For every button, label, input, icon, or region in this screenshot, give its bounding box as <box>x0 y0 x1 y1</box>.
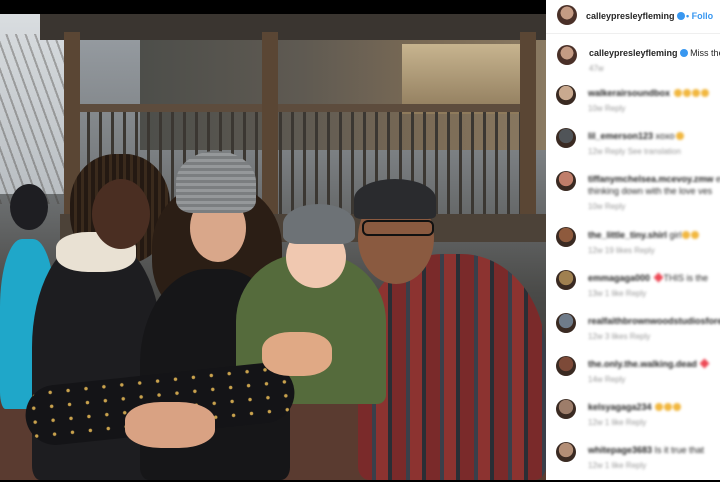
comment-text: tiffanymchelsea.mcevoy.zmw ev <box>588 174 720 184</box>
commenter-username[interactable]: whitepage3683 <box>588 445 655 455</box>
commenter-avatar[interactable] <box>556 85 576 105</box>
comment-body: Is it true that <box>654 445 705 455</box>
emoji-icon <box>675 132 684 140</box>
verified-badge-icon <box>676 12 685 20</box>
caption-age: 47w <box>589 64 604 73</box>
comment-row: tiffanymchelsea.mcevoy.zmw evthinking do… <box>556 171 720 211</box>
comment-text: the.only.the.walking.dead <box>588 358 710 369</box>
comment-meta[interactable]: 14w Reply <box>588 375 625 384</box>
comment-row: emmagaga000 THIS is the 13w 1 like Reply <box>556 270 720 310</box>
comment-body-line2: thinking down with the love ves <box>588 186 713 196</box>
porch-post-right <box>520 32 536 232</box>
comment-row: whitepage3683 Is it true that 12w 1 like … <box>556 442 720 482</box>
comment-row: lil_emerson123 xoxo 12w Reply See transla… <box>556 128 720 168</box>
commenter-avatar[interactable] <box>556 270 576 290</box>
commenter-avatar[interactable] <box>556 313 576 333</box>
author-avatar[interactable] <box>557 5 577 25</box>
commenter-avatar[interactable] <box>556 399 576 419</box>
follow-button[interactable]: • Follo <box>686 11 713 21</box>
caption-username[interactable]: calleypresleyfleming <box>589 48 678 58</box>
emoji-icon <box>673 89 682 97</box>
verified-badge-icon <box>679 49 688 57</box>
emoji-icon <box>682 89 691 97</box>
emoji-icon <box>664 403 673 411</box>
comment-row: the_little_tiny.shirl girl 12w 19 likes R… <box>556 227 720 267</box>
comment-meta[interactable]: 12w 1 like Reply <box>588 418 646 427</box>
child-beanie <box>283 204 355 244</box>
caption-avatar[interactable] <box>557 45 577 65</box>
comment-text: kelsyagaga234 <box>588 402 682 412</box>
comment-meta[interactable]: 13w 1 like Reply <box>588 289 646 298</box>
emoji-icon <box>700 89 709 97</box>
hand-on-child <box>262 332 332 376</box>
comment-meta[interactable]: 10w Reply <box>588 202 625 211</box>
commenter-username[interactable]: the_little_tiny.shirl <box>588 230 669 240</box>
emoji-icon <box>682 231 691 239</box>
commenter-username[interactable]: tiffanymchelsea.mcevoy.zmw <box>588 174 716 184</box>
comment-row: realfaithbrownwoodstudiosforever Lo 12w 3… <box>556 313 720 353</box>
emoji-icon <box>673 403 682 411</box>
comment-body: THIS is the <box>663 273 709 283</box>
comment-body: ev <box>715 174 720 184</box>
comment-body: xoxo <box>655 131 675 141</box>
comment-text: walkerairsoundbox <box>588 88 709 98</box>
emoji-icon <box>691 231 700 239</box>
caption-line: calleypresleyfleming Miss the <box>589 48 720 58</box>
commenter-username[interactable]: emmagaga000 <box>588 273 653 283</box>
porch-roof <box>40 14 546 40</box>
author-username-text[interactable]: calleypresleyfleming <box>586 11 675 21</box>
man-flannel-shirt <box>358 254 546 480</box>
comment-text: realfaithbrownwoodstudiosforever Lo <box>588 316 720 326</box>
comment-body: girl <box>669 230 682 240</box>
comment-meta[interactable]: 12w 3 likes Reply <box>588 332 650 341</box>
caption-text: Miss the <box>690 48 720 58</box>
commenter-avatar[interactable] <box>556 227 576 247</box>
comment-text: the_little_tiny.shirl girl <box>588 230 700 240</box>
woman-middle-beanie <box>176 151 256 213</box>
author-username[interactable]: calleypresleyfleming <box>586 11 685 21</box>
commenter-username[interactable]: kelsyagaga234 <box>588 402 654 412</box>
background-person-head <box>10 184 48 230</box>
commenter-username[interactable]: realfaithbrownwoodstudiosforever <box>588 316 720 326</box>
man-cap <box>354 179 436 219</box>
emoji-icon <box>655 403 664 411</box>
comment-row: kelsyagaga234 12w 1 like Reply <box>556 399 720 439</box>
heart-emoji-icon <box>653 272 663 283</box>
comment-text: emmagaga000 THIS is the <box>588 272 709 283</box>
comment-meta[interactable]: 12w 1 like Reply <box>588 461 646 470</box>
comment-meta[interactable]: 12w Reply See translation <box>588 147 681 156</box>
commenter-avatar[interactable] <box>556 356 576 376</box>
comment-text: whitepage3683 Is it true that <box>588 445 704 455</box>
commenter-avatar[interactable] <box>556 171 576 191</box>
woman-left-face <box>92 179 150 249</box>
comment-meta[interactable]: 10w Reply <box>588 104 625 113</box>
comment-row: the.only.the.walking.dead 14w Reply <box>556 356 720 396</box>
commenter-username[interactable]: walkerairsoundbox <box>588 88 673 98</box>
emoji-icon <box>691 89 700 97</box>
man-glasses <box>362 220 434 236</box>
comment-row: walkerairsoundbox 10w Reply <box>556 85 720 125</box>
comment-text: lil_emerson123 xoxo <box>588 131 684 141</box>
post-photo[interactable] <box>0 14 546 480</box>
commenter-username[interactable]: the.only.the.walking.dead <box>588 359 699 369</box>
commenter-username[interactable]: lil_emerson123 <box>588 131 656 141</box>
tree-background <box>0 34 70 204</box>
hands-holding-child <box>125 402 215 448</box>
heart-emoji-icon <box>699 358 710 369</box>
commenter-avatar[interactable] <box>556 128 576 148</box>
comment-meta[interactable]: 12w 19 likes Reply <box>588 246 655 255</box>
commenter-avatar[interactable] <box>556 442 576 462</box>
